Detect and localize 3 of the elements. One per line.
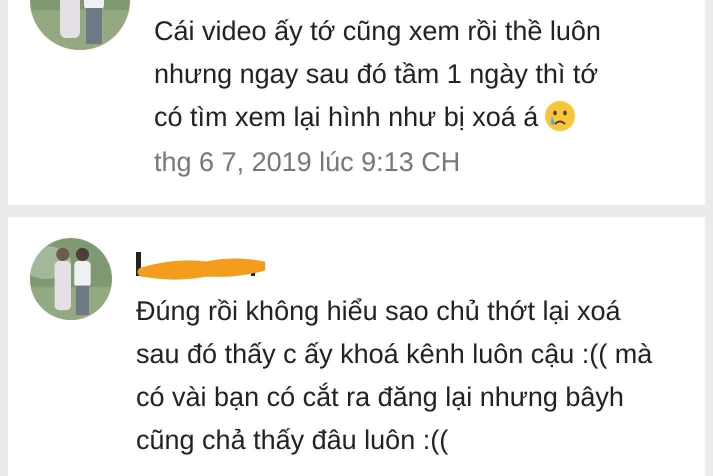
comment-timestamp: thg 6 7, 2019 lúc 9:13 CH bbox=[154, 146, 460, 179]
comment-text: Cái video ấy tớ cũng xem rồi thề luôn nhưng ngay sau đó tầm 1 ngày thì tớ có tìm xem lại hình như bị xoá á bbox=[154, 16, 601, 132]
comment-text: Đúng rồi không hiểu sao chủ thớt lại xoá sau đó thấy c ấy khoá kênh luôn cậu :(( mà có vài bạn có cắt ra đăng lại nhưng bâyh cũng chả thấy đâu luôn :(( bbox=[136, 296, 652, 455]
